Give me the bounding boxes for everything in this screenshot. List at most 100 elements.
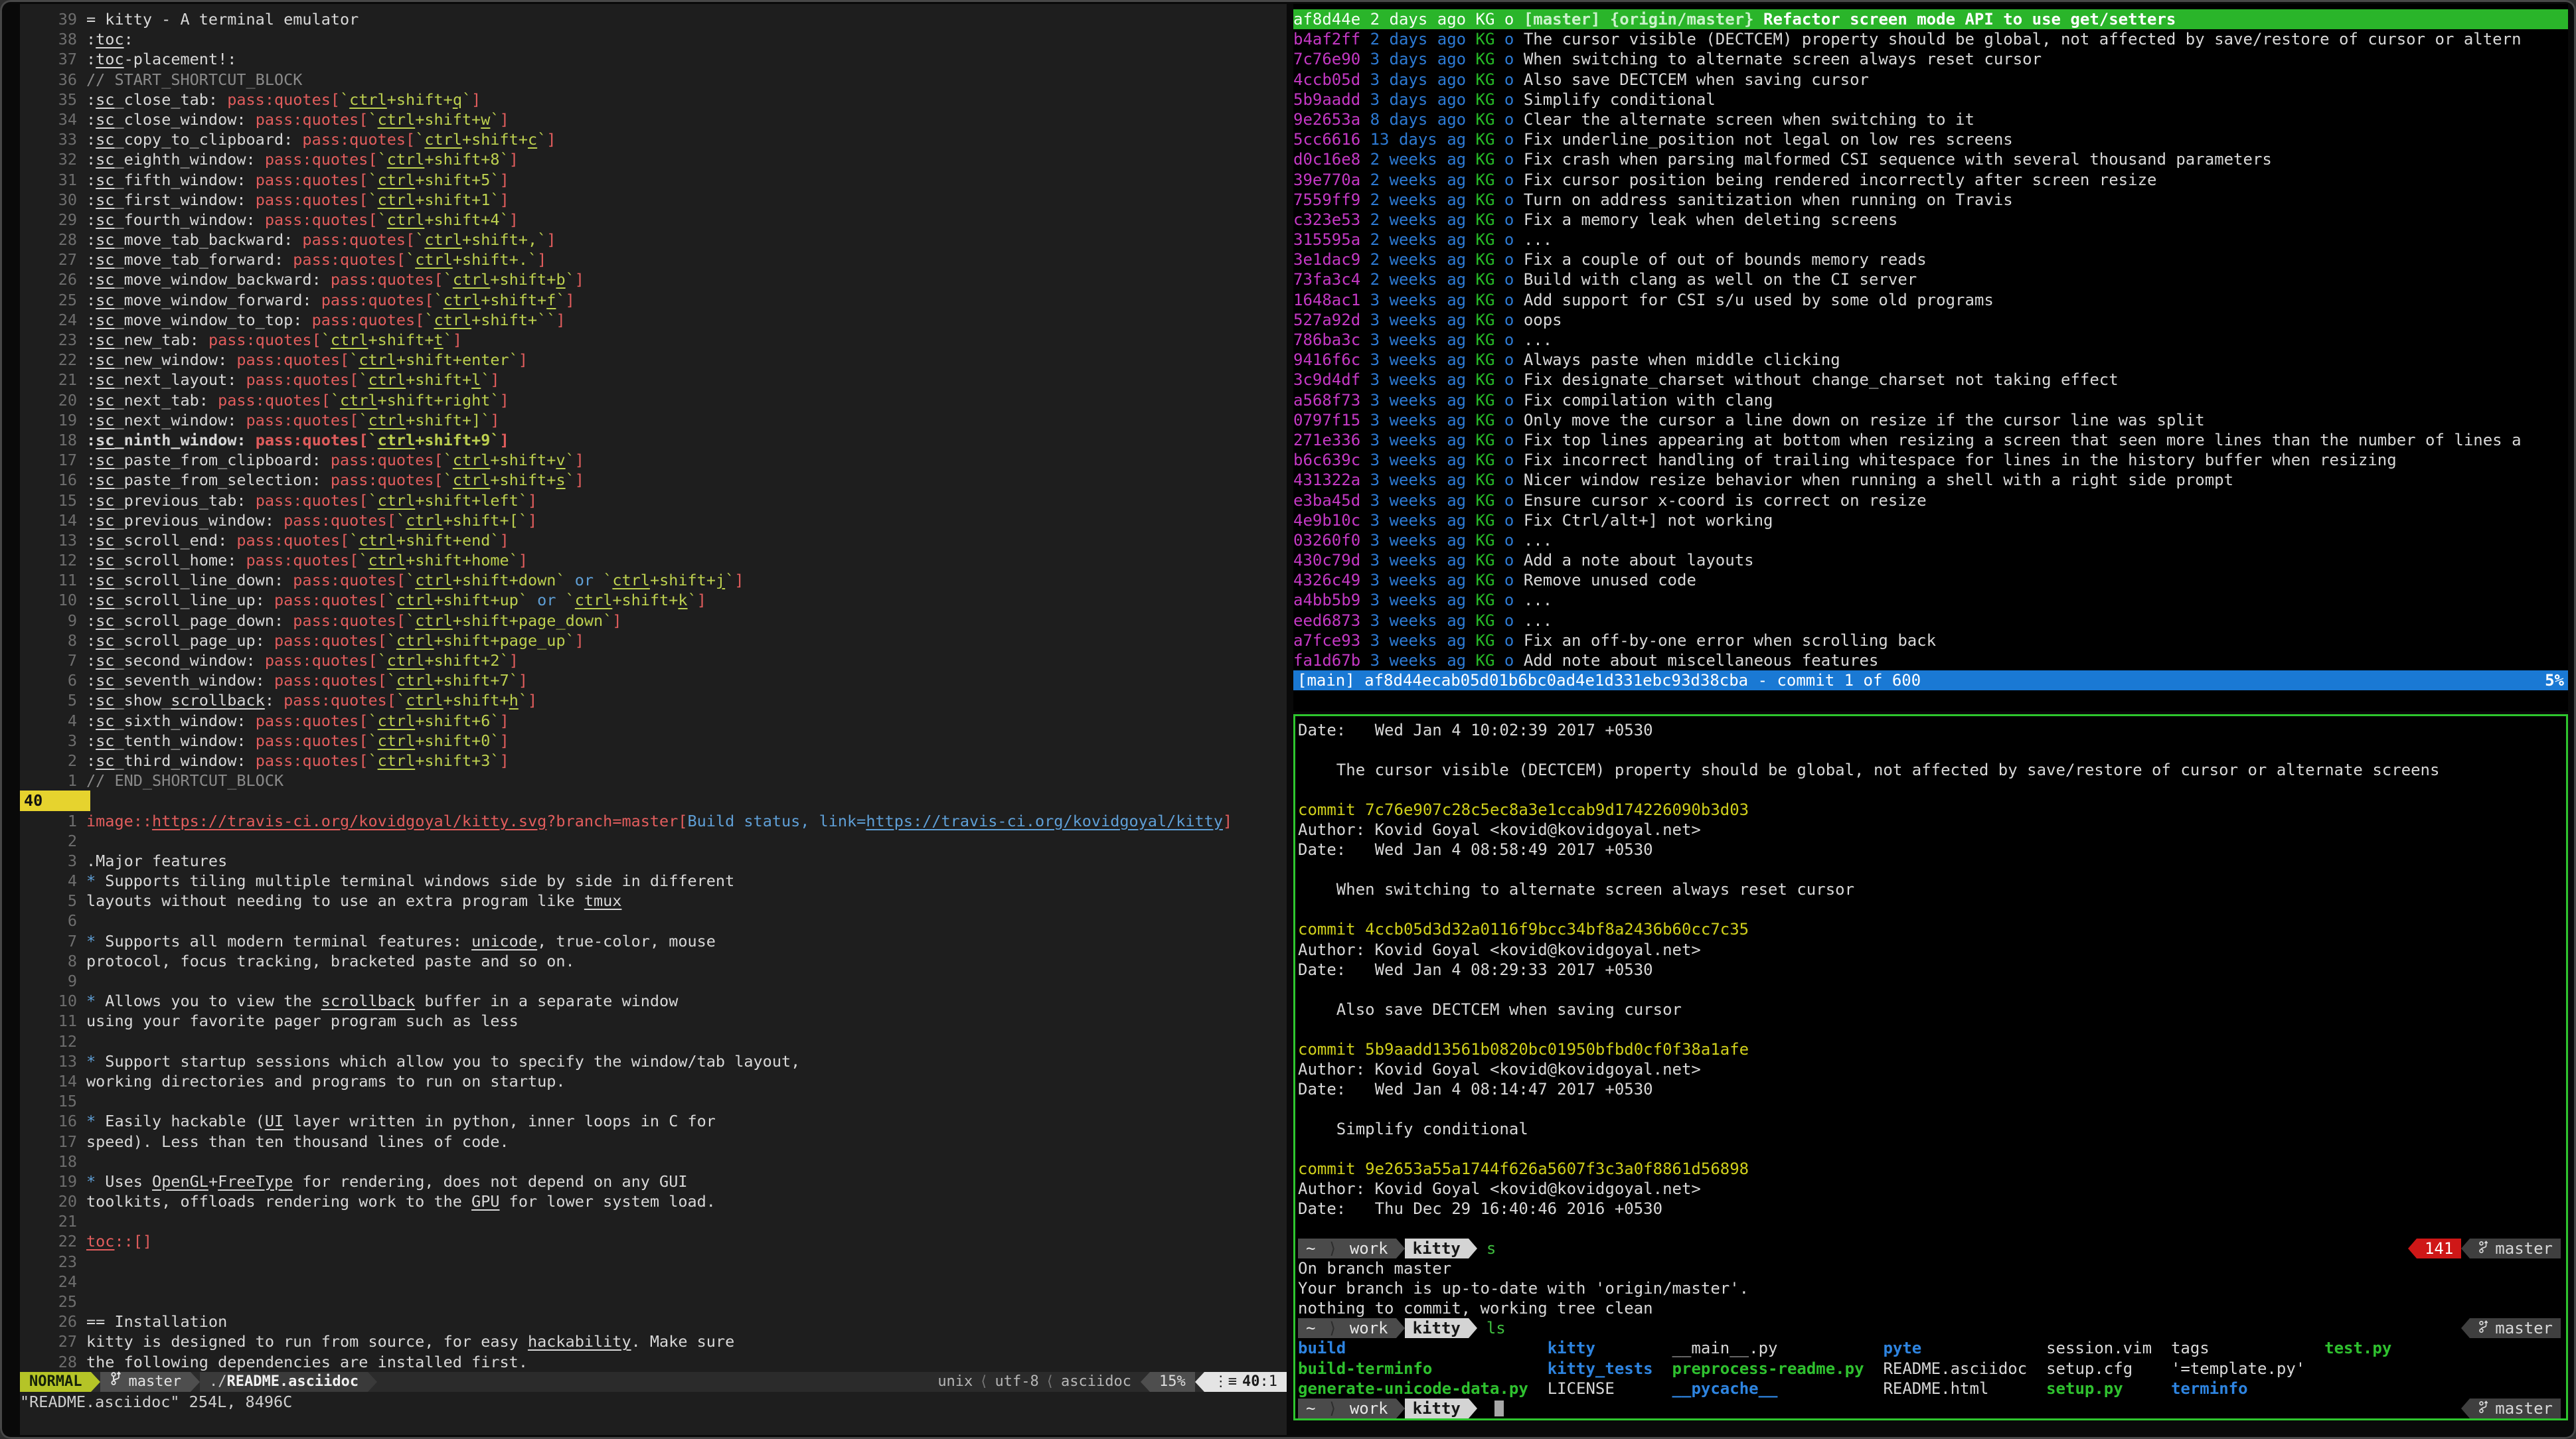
- vim-line[interactable]: 21:sc_next_layout: pass:quotes[`ctrl+shi…: [20, 370, 1287, 390]
- vim-line[interactable]: 5layouts without needing to use an extra…: [20, 891, 1287, 911]
- commit-list[interactable]: af8d44e 2 days ago KG o [master] {origin…: [1293, 4, 2568, 670]
- vim-line[interactable]: 2:sc_third_window: pass:quotes[`ctrl+shi…: [20, 751, 1287, 771]
- shell-window[interactable]: Date: Wed Jan 4 10:02:39 2017 +0530 The …: [1293, 714, 2568, 1420]
- vim-line[interactable]: 24: [20, 1272, 1287, 1292]
- vim-line[interactable]: 27:sc_move_tab_forward: pass:quotes[`ctr…: [20, 250, 1287, 269]
- vim-line[interactable]: 10:sc_scroll_line_up: pass:quotes[`ctrl+…: [20, 590, 1287, 610]
- vim-line[interactable]: 21: [20, 1211, 1287, 1231]
- shell-prompt-line[interactable]: ~ ⟩ workkittys141master: [1298, 1239, 2563, 1258]
- vim-line[interactable]: 32:sc_eighth_window: pass:quotes[`ctrl+s…: [20, 149, 1287, 169]
- vim-buffer[interactable]: 39= kitty - A terminal emulator38:toc:37…: [20, 4, 1287, 1372]
- commit-row[interactable]: d0c16e8 2 weeks ag KG o Fix crash when p…: [1293, 149, 2568, 169]
- vim-line[interactable]: 15: [20, 1091, 1287, 1111]
- commit-row[interactable]: 7c76e90 3 days ago KG o When switching t…: [1293, 49, 2568, 69]
- shell-prompt-line[interactable]: ~ ⟩ workkittymaster: [1298, 1399, 2563, 1418]
- vim-line[interactable]: 25: [20, 1292, 1287, 1312]
- shell-scrollback[interactable]: Date: Wed Jan 4 10:02:39 2017 +0530 The …: [1295, 716, 2566, 1418]
- commit-row[interactable]: 3c9d4df 3 weeks ag KG o Fix designate_ch…: [1293, 370, 2568, 390]
- vim-line[interactable]: 2: [20, 831, 1287, 851]
- commit-row[interactable]: 1648ac1 3 weeks ag KG o Add support for …: [1293, 290, 2568, 310]
- vim-line[interactable]: 10* Allows you to view the scrollback bu…: [20, 991, 1287, 1011]
- vim-line[interactable]: 38:toc:: [20, 29, 1287, 49]
- vim-line[interactable]: 24:sc_move_window_to_top: pass:quotes[`c…: [20, 310, 1287, 330]
- vim-line[interactable]: 12:sc_scroll_home: pass:quotes[`ctrl+shi…: [20, 550, 1287, 570]
- vim-line[interactable]: 40: [20, 791, 1287, 810]
- vim-line[interactable]: 6:sc_seventh_window: pass:quotes[`ctrl+s…: [20, 670, 1287, 690]
- shell-prompt-line[interactable]: ~ ⟩ workkittylsmaster: [1298, 1318, 2563, 1338]
- vim-line[interactable]: 16* Easily hackable (UI layer written in…: [20, 1111, 1287, 1131]
- vim-line[interactable]: 33:sc_copy_to_clipboard: pass:quotes[`ct…: [20, 129, 1287, 149]
- vim-line[interactable]: 9:sc_scroll_page_down: pass:quotes[`ctrl…: [20, 611, 1287, 631]
- commit-row[interactable]: 5b9aadd 3 days ago KG o Simplify conditi…: [1293, 90, 2568, 110]
- vim-line[interactable]: 14:sc_previous_window: pass:quotes[`ctrl…: [20, 510, 1287, 530]
- vim-line[interactable]: 3:sc_tenth_window: pass:quotes[`ctrl+shi…: [20, 731, 1287, 751]
- vim-line[interactable]: 19* Uses OpenGL+FreeType for rendering, …: [20, 1172, 1287, 1191]
- commit-row[interactable]: a7fce93 3 weeks ag KG o Fix an off-by-on…: [1293, 631, 2568, 650]
- vim-line[interactable]: 19:sc_next_window: pass:quotes[`ctrl+shi…: [20, 410, 1287, 430]
- vim-line[interactable]: 3.Major features: [20, 851, 1287, 871]
- commit-row[interactable]: 7559ff9 2 weeks ag KG o Turn on address …: [1293, 190, 2568, 210]
- vim-line[interactable]: 26:sc_move_window_backward: pass:quotes[…: [20, 269, 1287, 289]
- vim-line[interactable]: 13* Support startup sessions which allow…: [20, 1051, 1287, 1071]
- vim-line[interactable]: 8protocol, focus tracking, bracketed pas…: [20, 951, 1287, 971]
- commit-row-selected[interactable]: af8d44e 2 days ago KG o [master] {origin…: [1293, 9, 2568, 29]
- vim-window[interactable]: 39= kitty - A terminal emulator38:toc:37…: [20, 4, 1287, 1435]
- vim-line[interactable]: 7:sc_second_window: pass:quotes[`ctrl+sh…: [20, 650, 1287, 670]
- vim-line[interactable]: 14working directories and programs to ru…: [20, 1071, 1287, 1091]
- commit-row[interactable]: e3ba45d 3 weeks ag KG o Ensure cursor x-…: [1293, 491, 2568, 510]
- vim-line[interactable]: 22toc::[]: [20, 1231, 1287, 1251]
- commit-row[interactable]: 0797f15 3 weeks ag KG o Only move the cu…: [1293, 410, 2568, 430]
- vim-line[interactable]: 36// START_SHORTCUT_BLOCK: [20, 70, 1287, 90]
- vim-line[interactable]: 4* Supports tiling multiple terminal win…: [20, 871, 1287, 891]
- commit-row[interactable]: a568f73 3 weeks ag KG o Fix compilation …: [1293, 390, 2568, 410]
- vim-line[interactable]: 7* Supports all modern terminal features…: [20, 931, 1287, 951]
- vim-line[interactable]: 1image::https://travis-ci.org/kovidgoyal…: [20, 811, 1287, 831]
- vim-line[interactable]: 39= kitty - A terminal emulator: [20, 9, 1287, 29]
- vim-line[interactable]: 15:sc_previous_tab: pass:quotes[`ctrl+sh…: [20, 491, 1287, 510]
- vim-line[interactable]: 6: [20, 911, 1287, 931]
- typed-command[interactable]: s: [1477, 1239, 1496, 1258]
- vim-line[interactable]: 20toolkits, offloads rendering work to t…: [20, 1191, 1287, 1211]
- typed-command[interactable]: ls: [1477, 1318, 1506, 1338]
- terminal-cursor[interactable]: [1494, 1401, 1504, 1416]
- vim-line[interactable]: 23: [20, 1252, 1287, 1272]
- vim-line[interactable]: 28the following dependencies are install…: [20, 1352, 1287, 1372]
- commit-row[interactable]: c323e53 2 weeks ag KG o Fix a memory lea…: [1293, 210, 2568, 230]
- commit-row[interactable]: 4ccb05d 3 days ago KG o Also save DECTCE…: [1293, 70, 2568, 90]
- commit-row[interactable]: fa1d67b 3 weeks ag KG o Add note about m…: [1293, 650, 2568, 670]
- commit-row[interactable]: b6c639c 3 weeks ag KG o Fix incorrect ha…: [1293, 450, 2568, 470]
- commit-row[interactable]: eed6873 3 weeks ag KG o ...: [1293, 611, 2568, 631]
- vim-line[interactable]: 30:sc_first_window: pass:quotes[`ctrl+sh…: [20, 190, 1287, 210]
- vim-line[interactable]: 11using your favorite pager program such…: [20, 1011, 1287, 1031]
- commit-row[interactable]: 315595a 2 weeks ag KG o ...: [1293, 230, 2568, 250]
- vim-line[interactable]: 25:sc_move_window_forward: pass:quotes[`…: [20, 290, 1287, 310]
- commit-row[interactable]: 39e770a 2 weeks ag KG o Fix cursor posit…: [1293, 170, 2568, 190]
- vim-line[interactable]: 13:sc_scroll_end: pass:quotes[`ctrl+shif…: [20, 530, 1287, 550]
- vim-line[interactable]: 26== Installation: [20, 1312, 1287, 1331]
- vim-line[interactable]: 1// END_SHORTCUT_BLOCK: [20, 771, 1287, 791]
- vim-line[interactable]: 22:sc_new_window: pass:quotes[`ctrl+shif…: [20, 350, 1287, 370]
- commit-row[interactable]: 5cc6616 13 days ag KG o Fix underline_po…: [1293, 129, 2568, 149]
- vim-line[interactable]: 8:sc_scroll_page_up: pass:quotes[`ctrl+s…: [20, 631, 1287, 650]
- vim-line[interactable]: 16:sc_paste_from_selection: pass:quotes[…: [20, 470, 1287, 490]
- vim-line[interactable]: 35:sc_close_tab: pass:quotes[`ctrl+shift…: [20, 90, 1287, 110]
- commit-row[interactable]: 527a92d 3 weeks ag KG o oops: [1293, 310, 2568, 330]
- vim-line[interactable]: 4:sc_sixth_window: pass:quotes[`ctrl+shi…: [20, 711, 1287, 731]
- commit-row[interactable]: 9e2653a 8 days ago KG o Clear the altern…: [1293, 110, 2568, 129]
- commit-row[interactable]: 271e336 3 weeks ag KG o Fix top lines ap…: [1293, 430, 2568, 450]
- commit-row[interactable]: 9416f6c 3 weeks ag KG o Always paste whe…: [1293, 350, 2568, 370]
- vim-line[interactable]: 31:sc_fifth_window: pass:quotes[`ctrl+sh…: [20, 170, 1287, 190]
- vim-line[interactable]: 9: [20, 971, 1287, 991]
- vim-line[interactable]: 20:sc_next_tab: pass:quotes[`ctrl+shift+…: [20, 390, 1287, 410]
- vim-line[interactable]: 5:sc_show_scrollback: pass:quotes[`ctrl+…: [20, 690, 1287, 710]
- vim-line[interactable]: 11:sc_scroll_line_down: pass:quotes[`ctr…: [20, 570, 1287, 590]
- commit-row[interactable]: a4bb5b9 3 weeks ag KG o ...: [1293, 590, 2568, 610]
- vim-line[interactable]: 29:sc_fourth_window: pass:quotes[`ctrl+s…: [20, 210, 1287, 230]
- commit-row[interactable]: 430c79d 3 weeks ag KG o Add a note about…: [1293, 550, 2568, 570]
- vim-line[interactable]: 37:toc-placement!:: [20, 49, 1287, 69]
- vim-line[interactable]: 23:sc_new_tab: pass:quotes[`ctrl+shift+t…: [20, 330, 1287, 350]
- commit-row[interactable]: 73fa3c4 2 weeks ag KG o Build with clang…: [1293, 269, 2568, 289]
- commit-row[interactable]: 3e1dac9 2 weeks ag KG o Fix a couple of …: [1293, 250, 2568, 269]
- commit-row[interactable]: 786ba3c 3 weeks ag KG o ...: [1293, 330, 2568, 350]
- commit-row[interactable]: b4af2ff 2 days ago KG o The cursor visib…: [1293, 29, 2568, 49]
